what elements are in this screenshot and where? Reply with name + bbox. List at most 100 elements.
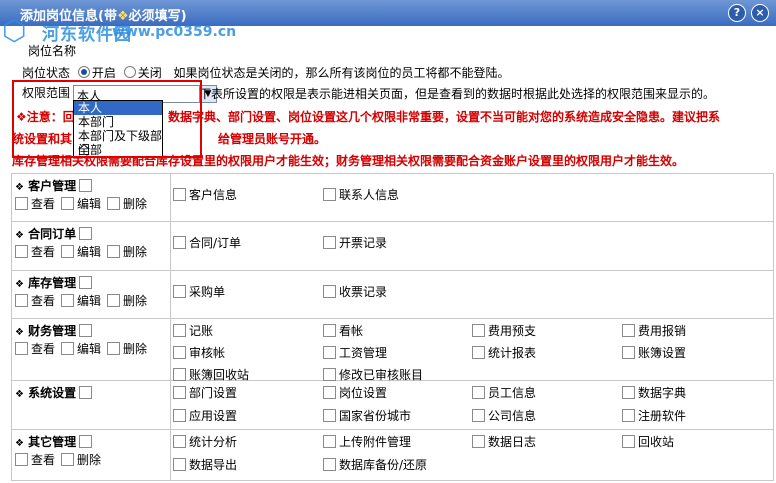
status-on-radio[interactable] (77, 66, 90, 78)
permission-checkbox[interactable] (472, 346, 485, 359)
option-checkbox[interactable] (15, 342, 28, 355)
permission-checkbox[interactable] (173, 458, 186, 471)
permission-item[interactable]: 记账 (173, 322, 213, 339)
permission-checkbox[interactable] (323, 236, 336, 249)
option-checkbox[interactable] (61, 197, 75, 210)
permission-checkbox[interactable] (173, 346, 186, 359)
permission-checkbox[interactable] (173, 324, 186, 337)
scope-option[interactable]: 本部门及下级部门 (74, 129, 162, 157)
permission-item[interactable]: 收票记录 (323, 283, 387, 300)
option-checkbox[interactable] (61, 294, 75, 307)
permission-checkbox[interactable] (323, 324, 336, 337)
module-checkbox[interactable] (79, 179, 93, 192)
option-0[interactable]: 查看 (15, 245, 55, 259)
permission-checkbox[interactable] (472, 386, 485, 399)
permission-item[interactable]: 上传附件管理 (323, 433, 411, 450)
permission-item[interactable]: 数据字典 (622, 384, 686, 401)
permission-item[interactable]: 联系人信息 (323, 186, 399, 203)
permission-item[interactable]: 注册软件 (622, 407, 686, 424)
permission-item[interactable]: 数据库备份/还原 (323, 456, 427, 473)
permission-item[interactable]: 数据日志 (472, 433, 536, 450)
permission-item[interactable]: 部门设置 (173, 384, 237, 401)
permission-checkbox[interactable] (323, 346, 336, 359)
permission-item[interactable]: 统计报表 (472, 344, 536, 361)
option-0[interactable]: 查看 (15, 453, 55, 467)
option-checkbox[interactable] (61, 453, 75, 466)
permission-checkbox[interactable] (173, 368, 186, 381)
permission-item[interactable]: 看帐 (323, 322, 363, 339)
option-checkbox[interactable] (15, 453, 28, 466)
option-checkbox[interactable] (107, 197, 121, 210)
permission-checkbox[interactable] (323, 368, 336, 381)
option-checkbox[interactable] (15, 197, 28, 210)
permission-checkbox[interactable] (173, 285, 186, 298)
scope-dropdown-list[interactable]: 本人 本部门 本部门及下级部门 全部 (73, 100, 163, 158)
permission-item[interactable]: 审核帐 (173, 344, 225, 361)
option-1[interactable]: 编辑 (61, 294, 101, 308)
permission-checkbox[interactable] (622, 346, 635, 359)
permission-checkbox[interactable] (472, 435, 485, 448)
permission-checkbox[interactable] (323, 409, 336, 422)
permission-checkbox[interactable] (472, 324, 485, 337)
option-checkbox[interactable] (61, 245, 75, 258)
permission-checkbox[interactable] (173, 409, 186, 422)
scope-option[interactable]: 本人 (74, 101, 162, 115)
module-checkbox[interactable] (79, 324, 93, 337)
permission-checkbox[interactable] (173, 435, 186, 448)
option-checkbox[interactable] (15, 245, 28, 258)
permission-checkbox[interactable] (622, 324, 635, 337)
permission-checkbox[interactable] (622, 435, 635, 448)
option-1[interactable]: 编辑 (61, 197, 101, 211)
permission-item[interactable]: 回收站 (622, 433, 674, 450)
permission-checkbox[interactable] (323, 285, 336, 298)
permission-item[interactable]: 费用预支 (472, 322, 536, 339)
permission-item[interactable]: 开票记录 (323, 234, 387, 251)
module-checkbox[interactable] (79, 435, 93, 448)
option-0[interactable]: 查看 (15, 342, 55, 356)
module-checkbox[interactable] (79, 386, 93, 399)
scope-option[interactable]: 本部门 (74, 115, 162, 129)
module-checkbox[interactable] (79, 276, 93, 289)
permission-checkbox[interactable] (472, 409, 485, 422)
permission-checkbox[interactable] (323, 435, 336, 448)
permission-checkbox[interactable] (173, 386, 186, 399)
option-checkbox[interactable] (15, 294, 28, 307)
permission-item[interactable]: 合同/订单 (173, 234, 241, 251)
permission-checkbox[interactable] (323, 188, 336, 201)
status-on-label[interactable]: 开启 (92, 66, 116, 80)
option-1[interactable]: 编辑 (61, 342, 101, 356)
permission-item[interactable]: 公司信息 (472, 407, 536, 424)
option-checkbox[interactable] (107, 245, 121, 258)
close-button[interactable]: × (751, 4, 769, 22)
option-2[interactable]: 删除 (107, 245, 147, 259)
permission-item[interactable]: 岗位设置 (323, 384, 387, 401)
option-2[interactable]: 删除 (107, 197, 147, 211)
option-0[interactable]: 查看 (15, 197, 55, 211)
scope-option[interactable]: 全部 (74, 143, 162, 157)
option-0[interactable]: 查看 (15, 294, 55, 308)
permission-item[interactable]: 员工信息 (472, 384, 536, 401)
module-checkbox[interactable] (79, 227, 93, 240)
permission-item[interactable]: 费用报销 (622, 322, 686, 339)
option-2[interactable]: 删除 (107, 294, 147, 308)
permission-checkbox[interactable] (622, 386, 635, 399)
permission-checkbox[interactable] (173, 188, 186, 201)
permission-checkbox[interactable] (173, 236, 186, 249)
permission-item[interactable]: 国家省份城市 (323, 407, 411, 424)
permission-checkbox[interactable] (622, 409, 635, 422)
status-off-label[interactable]: 关闭 (138, 66, 162, 80)
option-1[interactable]: 编辑 (61, 245, 101, 259)
permission-item[interactable]: 应用设置 (173, 407, 237, 424)
option-1[interactable]: 删除 (61, 453, 101, 467)
permission-checkbox[interactable] (323, 386, 336, 399)
permission-checkbox[interactable] (323, 458, 336, 471)
permission-item[interactable]: 客户信息 (173, 186, 237, 203)
permission-item[interactable]: 统计分析 (173, 433, 237, 450)
permission-item[interactable]: 工资管理 (323, 344, 387, 361)
option-checkbox[interactable] (107, 342, 121, 355)
option-2[interactable]: 删除 (107, 342, 147, 356)
permission-item[interactable]: 账簿设置 (622, 344, 686, 361)
status-off-radio[interactable] (123, 66, 136, 78)
option-checkbox[interactable] (61, 342, 75, 355)
permission-item[interactable]: 数据导出 (173, 456, 237, 473)
